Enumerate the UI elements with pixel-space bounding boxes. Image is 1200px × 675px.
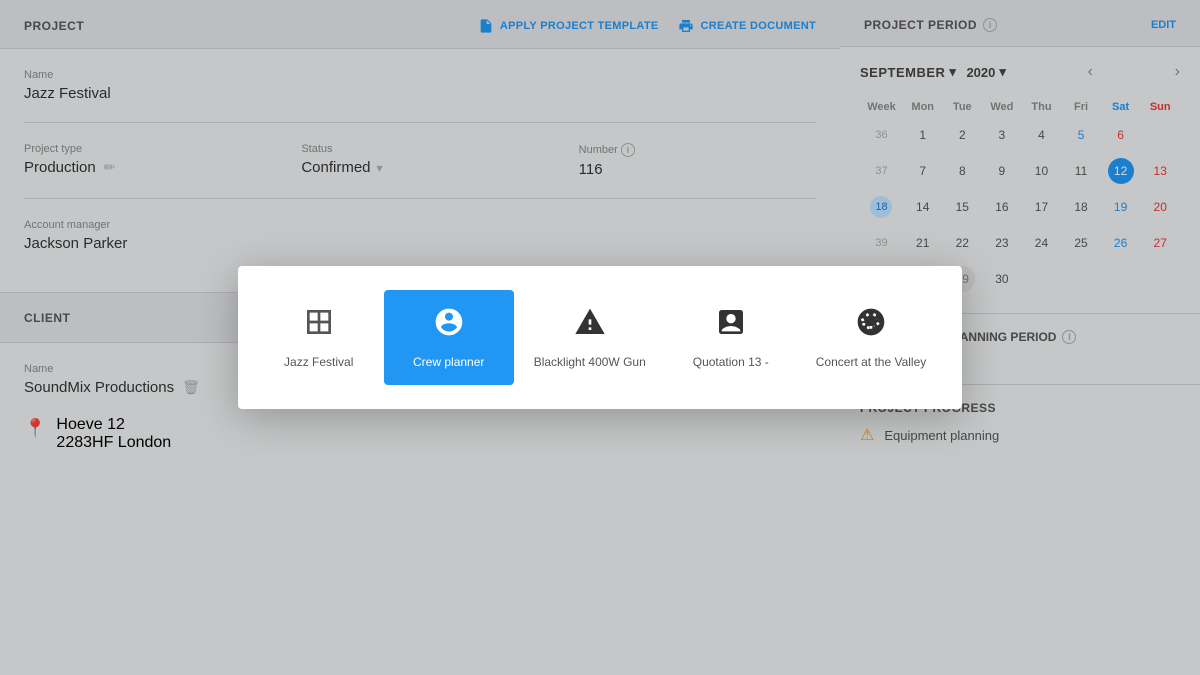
popup-quotation-label: Quotation 13 -	[693, 355, 769, 369]
person-circle-icon	[433, 306, 465, 338]
popup-crew-label: Crew planner	[413, 355, 484, 369]
popup-item-concert[interactable]: Concert at the Valley	[796, 290, 947, 385]
popup-item-blacklight[interactable]: Blacklight 400W Gun	[514, 290, 666, 385]
popup-item-crew-planner[interactable]: Crew planner	[384, 290, 514, 385]
popup-jazz-label: Jazz Festival	[284, 355, 353, 369]
document-icon	[715, 306, 747, 338]
popup-concert-label: Concert at the Valley	[816, 355, 927, 369]
modal-overlay[interactable]: Jazz Festival Crew planner Blacklight 40…	[0, 0, 1200, 675]
soccer-icon	[855, 306, 887, 338]
table-grid-icon	[303, 306, 335, 338]
modal-popup: Jazz Festival Crew planner Blacklight 40…	[238, 266, 963, 409]
hazard-icon	[574, 306, 606, 338]
popup-blacklight-label: Blacklight 400W Gun	[534, 355, 646, 369]
popup-item-jazz-festival[interactable]: Jazz Festival	[254, 290, 384, 385]
popup-item-quotation[interactable]: Quotation 13 -	[666, 290, 796, 385]
